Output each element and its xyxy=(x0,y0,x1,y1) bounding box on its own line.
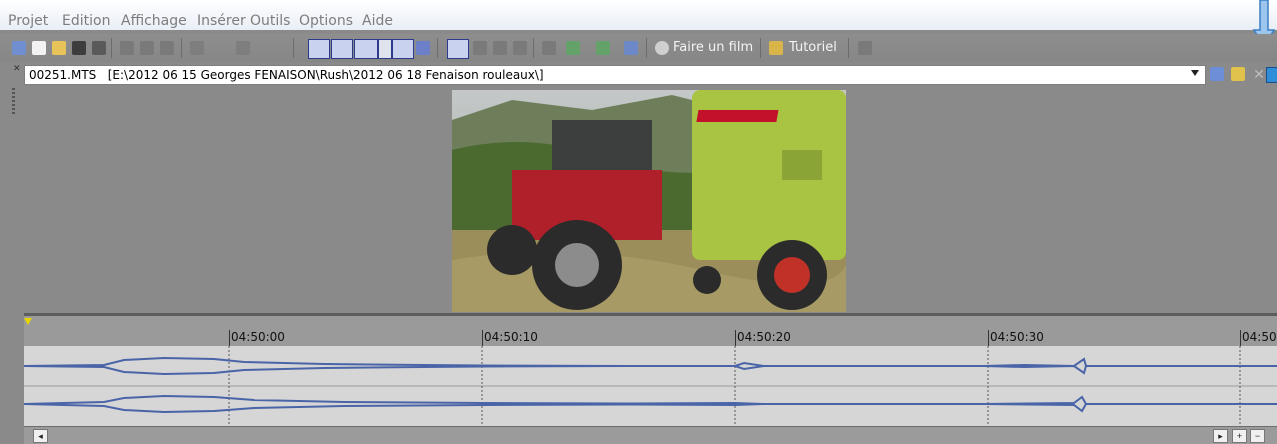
zoom-tool-icon[interactable] xyxy=(513,41,527,55)
paste-icon[interactable] xyxy=(160,41,174,55)
tutorial-icon[interactable] xyxy=(769,41,783,55)
menu-outils[interactable]: Outils xyxy=(250,13,290,29)
file-path: [E:\2012 06 15 Georges FENAISON\Rush\201… xyxy=(107,68,544,82)
undo-icon[interactable] xyxy=(190,41,204,55)
ruler-tick xyxy=(988,330,989,346)
tutorial-button[interactable]: Tutoriel xyxy=(789,40,837,55)
properties-icon[interactable] xyxy=(92,41,106,55)
playhead-marker[interactable] xyxy=(24,318,32,325)
film-reel-icon[interactable] xyxy=(655,41,669,55)
zoom-out-button[interactable]: − xyxy=(1250,429,1265,443)
ruler-tick xyxy=(735,330,736,346)
time-ruler[interactable]: 04:50:00 04:50:10 04:50:20 04:50:30 04:5… xyxy=(24,316,1277,346)
envelope-tool-icon[interactable] xyxy=(473,41,487,55)
selection-tool-icon[interactable] xyxy=(493,41,507,55)
menu-options[interactable]: Options xyxy=(299,13,353,29)
remove-icon[interactable]: ✕ xyxy=(1252,67,1266,81)
toolbar-separator xyxy=(111,38,112,58)
menu-edition[interactable]: Edition xyxy=(62,13,110,29)
save-icon[interactable] xyxy=(72,41,86,55)
split-icon[interactable] xyxy=(624,41,638,55)
new-project-icon[interactable] xyxy=(12,41,26,55)
menu-bar: Projet Edition Affichage Insérer Outils … xyxy=(0,0,1277,30)
lock-envelope-button[interactable] xyxy=(392,39,414,59)
ruler-tick xyxy=(1240,330,1241,346)
copy-icon[interactable] xyxy=(140,41,154,55)
menu-affichage[interactable]: Affichage xyxy=(121,13,187,29)
new-file-icon[interactable] xyxy=(32,41,46,55)
chevron-down-icon[interactable] xyxy=(378,39,392,59)
file-label: 00251.MTS [E:\2012 06 15 Georges FENAISO… xyxy=(29,68,544,82)
file-name: 00251.MTS xyxy=(29,68,97,82)
toolbar-separator xyxy=(181,38,182,58)
whats-this-help-icon[interactable] xyxy=(858,41,872,55)
scroll-left-button[interactable]: ◂ xyxy=(33,429,48,443)
select-tool-button[interactable] xyxy=(354,39,378,59)
menu-aide[interactable]: Aide xyxy=(362,13,393,29)
redo-icon[interactable] xyxy=(236,41,250,55)
audio-waveform xyxy=(24,346,1277,426)
drag-handle[interactable] xyxy=(12,88,15,116)
file-selector[interactable]: 00251.MTS [E:\2012 06 15 Georges FENAISO… xyxy=(24,65,1206,85)
normal-edit-tool-button[interactable] xyxy=(447,39,469,59)
trim-end-icon[interactable] xyxy=(596,41,610,55)
ruler-tick xyxy=(482,330,483,346)
toolbar-separator xyxy=(293,38,294,58)
close-icon[interactable]: ✕ xyxy=(13,63,21,74)
timeline-scrollbar[interactable] xyxy=(24,426,1277,444)
video-preview xyxy=(452,90,846,312)
tick-label: 04:50 xyxy=(1242,330,1277,344)
trim-start-icon[interactable] xyxy=(566,41,580,55)
toolbar-separator xyxy=(760,38,761,58)
preview-icon[interactable] xyxy=(1210,67,1224,81)
toolbar-separator xyxy=(437,38,438,58)
tick-label: 04:50:00 xyxy=(231,330,285,344)
scroll-right-button[interactable]: ▸ xyxy=(1213,429,1228,443)
chevron-down-icon[interactable] xyxy=(1191,70,1199,76)
snap-button[interactable] xyxy=(308,39,330,59)
menu-projet[interactable]: Projet xyxy=(8,13,48,29)
open-folder-icon[interactable] xyxy=(52,41,66,55)
cut-icon[interactable] xyxy=(120,41,134,55)
zoom-in-button[interactable]: + xyxy=(1232,429,1247,443)
tick-label: 04:50:20 xyxy=(737,330,791,344)
ruler-tick xyxy=(229,330,230,346)
toolbar-separator xyxy=(646,38,647,58)
auto-crossfade-icon[interactable] xyxy=(416,41,430,55)
lightning-icon[interactable] xyxy=(1231,67,1245,81)
ripple-button[interactable] xyxy=(331,39,353,59)
toolbar-separator xyxy=(848,38,849,58)
menu-inserer[interactable]: Insérer xyxy=(197,13,246,29)
toolbar-separator xyxy=(533,38,534,58)
tick-label: 04:50:10 xyxy=(484,330,538,344)
screen-icon[interactable] xyxy=(1266,67,1277,83)
trim-icon[interactable] xyxy=(542,41,556,55)
tick-label: 04:50:30 xyxy=(990,330,1044,344)
make-movie-button[interactable]: Faire un film xyxy=(673,40,753,55)
